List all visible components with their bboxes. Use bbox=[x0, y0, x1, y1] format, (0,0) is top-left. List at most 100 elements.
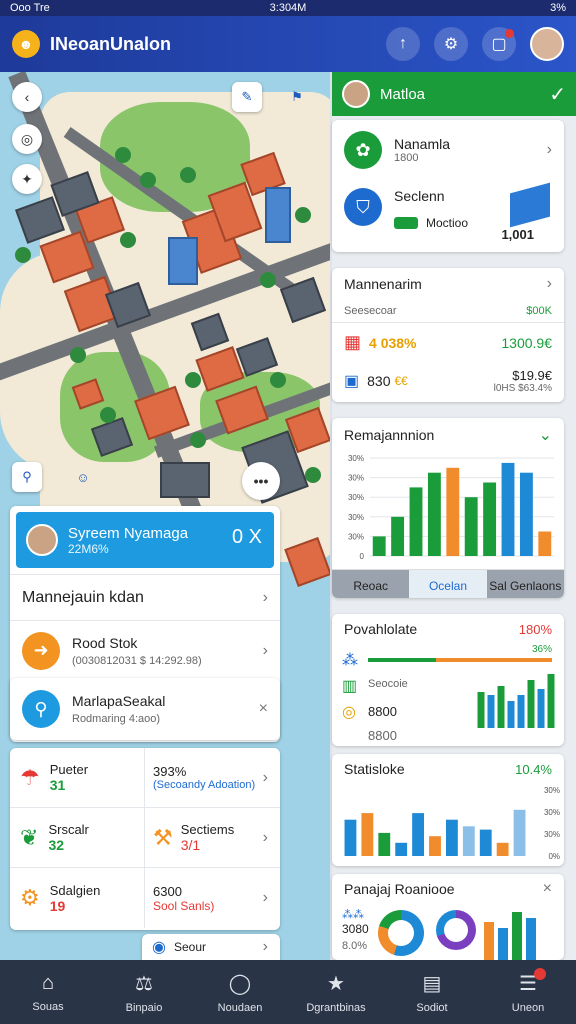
nav-location[interactable]: ◯ Noudaen bbox=[192, 960, 288, 1024]
battery-label: 3% bbox=[550, 2, 566, 14]
cart-icon: ▥ bbox=[342, 678, 358, 695]
chart-bar bbox=[395, 842, 408, 856]
check-icon[interactable]: ✓ bbox=[549, 82, 566, 107]
menu-item-rood-stok[interactable]: ➜ Rood Stok (0030812031 $ 14:292.98) › bbox=[10, 620, 280, 680]
app-logo-icon: ☻ bbox=[12, 30, 40, 58]
ratio-percent: 8.0% bbox=[342, 940, 368, 952]
location-arrow-button[interactable]: ↑ bbox=[386, 27, 420, 61]
menu-item-title: MarlapaSeakal bbox=[72, 693, 166, 709]
network-icon: ⁂⁂ bbox=[342, 909, 364, 921]
chart-row-value-2: 8800 bbox=[368, 728, 397, 743]
chart-percent: 180% bbox=[518, 621, 552, 637]
chart-card-2: Povahlolate 180% ⁂ 36% ▥ Seocoie ◎ 8800 … bbox=[332, 614, 564, 746]
statistics-card: Statisloke 10.4% 0% 30% 30% 30% bbox=[332, 754, 564, 866]
grid-cell[interactable]: ☂ Pueter 31 bbox=[10, 748, 145, 807]
tree bbox=[140, 172, 156, 188]
more-options-button[interactable]: ••• bbox=[242, 462, 280, 500]
chart-title: Remajannnion bbox=[344, 427, 435, 443]
tower-building bbox=[265, 187, 291, 243]
system-header[interactable]: Syreem Nyamaga 22M6% 0 X bbox=[16, 512, 274, 568]
nav-documents[interactable]: ▤ Sodiot bbox=[384, 960, 480, 1024]
management-amount: 1300.9€ bbox=[501, 334, 552, 351]
building bbox=[160, 462, 210, 498]
chart-card-header[interactable]: Panajaj Roaniooe × bbox=[332, 874, 564, 904]
mini-bar bbox=[498, 928, 508, 960]
nav-home[interactable]: ⌂ Souas bbox=[0, 960, 96, 1024]
chart-bar bbox=[501, 462, 515, 556]
mini-bar bbox=[512, 912, 522, 960]
chart-card-header[interactable]: Remajannnion ⌄ bbox=[332, 418, 564, 452]
target-icon[interactable]: ◎ bbox=[12, 124, 42, 154]
chart-card-header[interactable]: Statisloke 10.4% bbox=[332, 754, 564, 784]
status-pill bbox=[394, 217, 418, 229]
close-icon[interactable]: × bbox=[259, 700, 268, 718]
grid-cell-value: 32 bbox=[48, 837, 65, 853]
person-icon[interactable]: ☺ bbox=[68, 462, 98, 492]
notifications-button[interactable]: ▢ bbox=[482, 27, 516, 61]
management-header[interactable]: Mannenarim › bbox=[332, 268, 564, 300]
chart-bar bbox=[507, 701, 515, 728]
summary-action[interactable]: Moctioo bbox=[426, 216, 468, 230]
profile-avatar[interactable] bbox=[530, 27, 564, 61]
chevron-right-icon: › bbox=[546, 141, 552, 158]
partial-card[interactable]: ◉ Seour › bbox=[142, 934, 280, 960]
y-tick-label: 30% bbox=[348, 474, 364, 483]
grid-cell[interactable]: 393% (Secoandy Adoation) › bbox=[145, 748, 280, 807]
summary-card: ✿ Nanamla 1800 › ⛉ Seclenn Moctioo 1,001 bbox=[332, 120, 564, 252]
tab-ocelan[interactable]: Ocelan bbox=[409, 570, 487, 598]
security-icon: ⛉ bbox=[344, 188, 382, 226]
status-bar: Ooo Tre 3:304M 3% bbox=[0, 0, 576, 16]
globe-icon: ◉ bbox=[152, 939, 166, 956]
grid-row: ☂ Pueter 31 393% (Secoandy Adoation) › bbox=[10, 748, 280, 808]
chart-bar bbox=[412, 813, 425, 856]
leaf-icon: ✿ bbox=[344, 131, 382, 169]
panel-avatar bbox=[342, 80, 370, 108]
summary-amount: 1,001 bbox=[501, 227, 534, 242]
walk-icon[interactable]: ⚑ bbox=[282, 82, 312, 112]
grid-cell[interactable]: 6300 Sool Sanls) › bbox=[145, 868, 280, 928]
draw-icon[interactable]: ✎ bbox=[232, 82, 262, 112]
mini-bar-chart bbox=[477, 674, 555, 728]
settings-gear-button[interactable]: ⚙ bbox=[434, 27, 468, 61]
grid-cell[interactable]: ⚙ Sdalgien 19 bbox=[10, 868, 145, 928]
grid-cell-value: 19 bbox=[49, 897, 66, 914]
home-icon: ⌂ bbox=[41, 971, 55, 994]
menu-item-marlapa[interactable]: ⚲ MarlapaSeakal Rodmaring 4:aoo) × bbox=[10, 678, 280, 740]
chart-bar bbox=[445, 819, 458, 856]
tab-reoac[interactable]: Reoac bbox=[332, 570, 410, 598]
tab-sal-genlaons[interactable]: Sal Genlaons bbox=[486, 570, 564, 598]
grid-cell[interactable]: ⚒ Sectiems 3/1 › bbox=[145, 808, 280, 867]
worker-icon: ⚙ bbox=[20, 885, 40, 910]
management-row[interactable]: ▦ 4 038% 1300.9€ bbox=[332, 322, 564, 362]
menu-item-sub: Rodmaring 4:aoo) bbox=[72, 713, 161, 725]
menu-item-title: Rood Stok bbox=[72, 634, 138, 651]
nav-menu[interactable]: ☰ Uneon bbox=[480, 960, 576, 1024]
tree bbox=[295, 207, 311, 223]
chart-bar bbox=[519, 472, 533, 556]
close-button[interactable]: 0 X bbox=[232, 526, 262, 549]
chart-card-1: Remajannnion ⌄ 0 30% 30% 30% 30% 30% Reoac Oc… bbox=[332, 418, 564, 598]
summary-row[interactable]: ✿ Nanamla 1800 › bbox=[332, 120, 564, 180]
management-row[interactable]: ▣ 830 €€ $19.9€ l0HS $63.4% bbox=[332, 362, 564, 400]
tools-icon: ⚒ bbox=[153, 824, 173, 850]
tree bbox=[305, 467, 321, 483]
back-arrow-icon[interactable]: ‹ bbox=[12, 82, 42, 112]
ring-chart bbox=[436, 910, 476, 950]
grid-cell[interactable]: ❦ Srscalr 32 bbox=[10, 808, 145, 867]
nav-label: Uneon bbox=[511, 1001, 545, 1014]
bike-icon[interactable]: ⚲ bbox=[12, 462, 42, 492]
close-icon[interactable]: × bbox=[543, 880, 552, 898]
arrow-icon: ➜ bbox=[22, 631, 60, 670]
y-tick-label: 0 bbox=[360, 552, 365, 561]
grid-cell-value: (Secoandy Adoation) bbox=[153, 779, 256, 791]
summary-row[interactable]: ⛉ Seclenn Moctioo 1,001 bbox=[332, 180, 564, 250]
navigate-icon[interactable]: ✦ bbox=[12, 164, 42, 194]
chart-bar bbox=[483, 482, 497, 556]
menu-item-card[interactable]: ⚲ MarlapaSeakal Rodmaring 4:aoo) × bbox=[10, 678, 280, 740]
chart-card-header[interactable]: Povahlolate 180% bbox=[332, 614, 564, 644]
nav-favorites[interactable]: ★ Dgrantbinas bbox=[288, 960, 384, 1024]
app-title: INeoanUnalon bbox=[50, 33, 172, 54]
nav-balance[interactable]: ⚖ Binpaio bbox=[96, 960, 192, 1024]
management-card: Mannenarim › Seesecoar $00K ▦ 4 038% 130… bbox=[332, 268, 564, 402]
menu-section-header[interactable]: Mannejauin kdan › bbox=[10, 574, 280, 620]
